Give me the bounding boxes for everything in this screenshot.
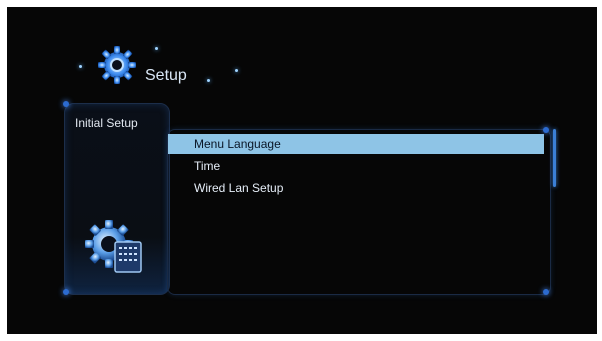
category-panel: Initial Setup <box>64 103 170 295</box>
tv-screen: Setup Initial Setup Menu Language Time W… <box>7 7 597 334</box>
menu-item-menu-language[interactable]: Menu Language <box>168 134 544 154</box>
menu-panel: Menu Language Time Wired Lan Setup <box>167 129 551 295</box>
menu-item-time[interactable]: Time <box>168 156 544 176</box>
category-label[interactable]: Initial Setup <box>75 116 138 130</box>
page-title: Setup <box>145 67 187 84</box>
panel-corner-glow <box>63 289 69 295</box>
settings-document-icon <box>85 220 142 273</box>
panel-corner-glow <box>543 127 549 133</box>
menu-item-wired-lan-setup[interactable]: Wired Lan Setup <box>168 178 544 198</box>
gear-icon <box>98 46 136 84</box>
panel-corner-glow <box>543 289 549 295</box>
panel-corner-glow <box>63 101 69 107</box>
scrollbar[interactable] <box>553 129 556 187</box>
